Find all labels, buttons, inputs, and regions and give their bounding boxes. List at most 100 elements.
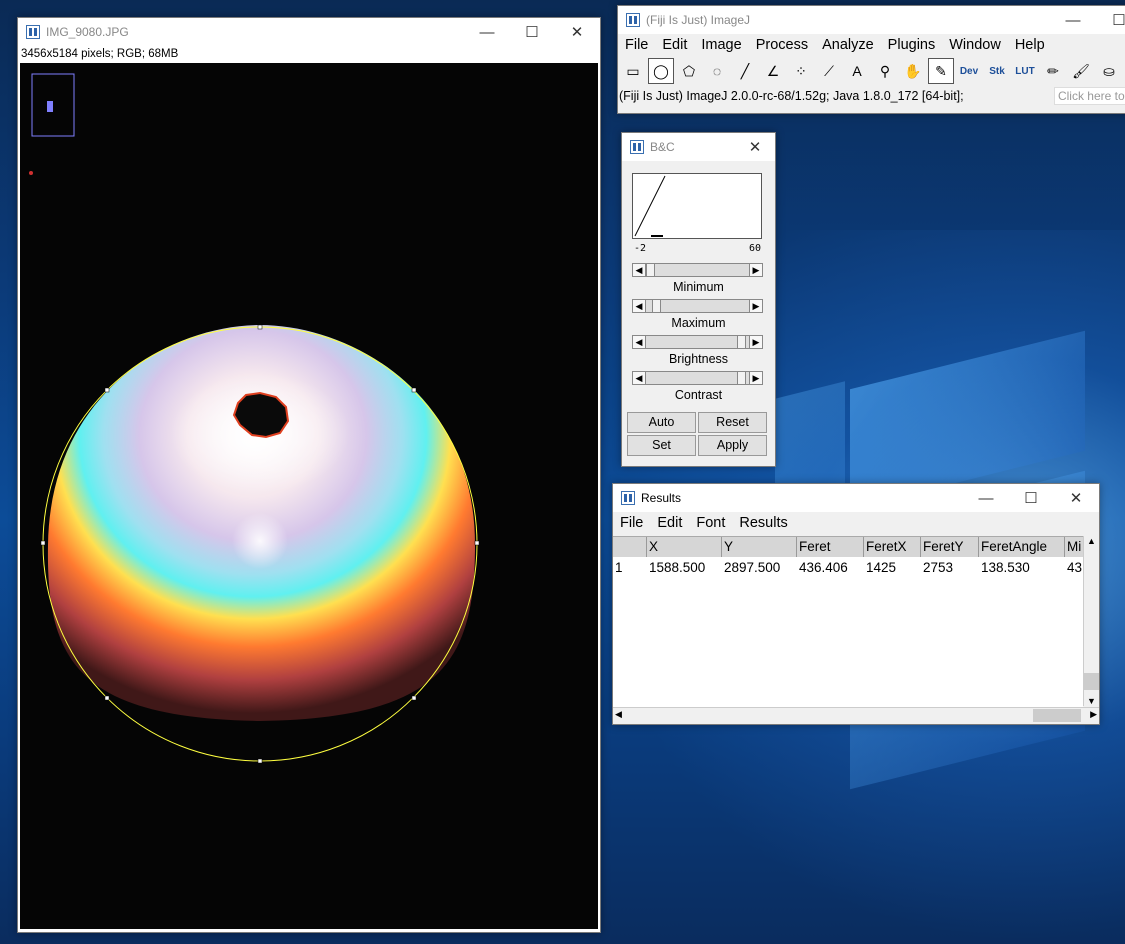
wand-tool-icon[interactable]: ⟋ [816, 58, 842, 84]
image-window[interactable]: IMG_9080.JPG — ☐ ✕ 3456x5184 pixels; RGB… [17, 17, 601, 933]
line-tool-icon[interactable]: ╱ [732, 58, 758, 84]
menu-file[interactable]: File [613, 515, 650, 531]
maximum-slider[interactable]: ◀ ▶ [632, 299, 763, 313]
horizontal-scrollbar[interactable]: ◀ ▶ [613, 707, 1099, 724]
brush-tool-icon[interactable]: 🖌 [1068, 58, 1094, 84]
results-table[interactable]: X Y Feret FeretX FeretY FeretAngle Mi 1 … [613, 536, 1083, 707]
right-arrow-icon[interactable]: ▶ [749, 336, 762, 348]
column-header[interactable]: Mi [1065, 537, 1083, 557]
column-header[interactable]: FeretY [921, 537, 979, 557]
column-header[interactable]: X [647, 537, 722, 557]
menu-image[interactable]: Image [694, 37, 748, 53]
image-canvas[interactable] [20, 63, 598, 929]
apply-button[interactable]: Apply [698, 435, 767, 456]
rectangle-tool-icon[interactable]: ▭ [620, 58, 646, 84]
lut-tool-icon[interactable]: LUT [1012, 58, 1038, 84]
menu-file[interactable]: File [618, 37, 655, 53]
minimize-button[interactable]: — [1050, 6, 1096, 34]
right-arrow-icon[interactable]: ▶ [749, 264, 762, 276]
angle-tool-icon[interactable]: ∠ [760, 58, 786, 84]
close-button[interactable]: ✕ [736, 133, 774, 161]
table-row[interactable]: 1 1588.500 2897.500 436.406 1425 2753 13… [613, 557, 1083, 579]
fill-tool-icon[interactable]: ⛀ [1096, 58, 1122, 84]
right-arrow-icon[interactable]: ▶ [749, 300, 762, 312]
oval-tool-icon[interactable]: ◯ [648, 58, 674, 84]
reset-button[interactable]: Reset [698, 412, 767, 433]
maximize-button[interactable]: ☐ [1008, 484, 1054, 512]
table-cell: 2753 [923, 560, 954, 575]
vertical-scrollbar[interactable]: ▲ ▼ [1083, 536, 1099, 706]
slider-thumb[interactable] [737, 336, 746, 348]
histogram-plot [634, 175, 666, 237]
close-button[interactable]: ✕ [1053, 484, 1099, 512]
minimize-button[interactable]: — [963, 484, 1009, 512]
auto-button[interactable]: Auto [627, 412, 696, 433]
red-speck [29, 171, 33, 175]
menu-font[interactable]: Font [689, 515, 732, 531]
menu-help[interactable]: Help [1008, 37, 1052, 53]
imagej-toolbar: ▭ ◯ ⬠ ◌ ╱ ∠ ⁘ ⟋ A ⚲ ✋ ✎ Dev Stk LUT ✏ 🖌 … [618, 56, 1125, 86]
menu-edit[interactable]: Edit [655, 37, 694, 53]
menu-edit[interactable]: Edit [650, 515, 689, 531]
image-window-titlebar[interactable]: IMG_9080.JPG — ☐ ✕ [18, 18, 600, 46]
brightness-slider[interactable]: ◀ ▶ [632, 335, 763, 349]
bc-title: B&C [650, 140, 675, 154]
column-header[interactable]: FeretX [864, 537, 921, 557]
close-button[interactable]: ✕ [554, 18, 600, 46]
left-arrow-icon[interactable]: ◀ [633, 336, 646, 348]
set-button[interactable]: Set [627, 435, 696, 456]
imagej-main-window[interactable]: (Fiji Is Just) ImageJ — ☐ File Edit Imag… [617, 5, 1125, 114]
menu-process[interactable]: Process [749, 37, 815, 53]
slider-thumb[interactable] [652, 300, 661, 312]
column-header[interactable]: Feret [797, 537, 864, 557]
menu-analyze[interactable]: Analyze [815, 37, 881, 53]
search-hint[interactable]: Click here to s [1053, 87, 1125, 105]
contrast-label: Contrast [674, 388, 723, 402]
freehand-tool-icon[interactable]: ◌ [704, 58, 730, 84]
maximize-button[interactable]: ☐ [509, 18, 555, 46]
menu-results[interactable]: Results [732, 515, 794, 531]
scroll-down-icon[interactable]: ▼ [1087, 696, 1096, 706]
menu-plugins[interactable]: Plugins [881, 37, 943, 53]
minimum-slider[interactable]: ◀ ▶ [632, 263, 763, 277]
minimum-label: Minimum [673, 280, 724, 294]
maximize-button[interactable]: ☐ [1096, 6, 1125, 34]
slider-thumb[interactable] [737, 372, 746, 384]
results-titlebar[interactable]: Results — ☐ ✕ [613, 484, 1099, 512]
table-cell: 138.530 [981, 560, 1030, 575]
point-tool-icon[interactable]: ⁘ [788, 58, 814, 84]
dropper-tool-icon[interactable]: ✎ [928, 58, 954, 84]
scroll-right-icon[interactable]: ▶ [1090, 709, 1097, 720]
scroll-up-icon[interactable]: ▲ [1087, 536, 1096, 546]
table-cell: 2897.500 [724, 560, 781, 575]
bc-window[interactable]: B&C ✕ -2 60 ◀ ▶ Minimum ◀ ▶ Maximum ◀ ▶ … [621, 132, 776, 467]
contrast-slider[interactable]: ◀ ▶ [632, 371, 763, 385]
column-header[interactable]: FeretAngle [979, 537, 1065, 557]
hand-tool-icon[interactable]: ✋ [900, 58, 926, 84]
minimize-button[interactable]: — [464, 18, 510, 46]
pencil-tool-icon[interactable]: ✏ [1040, 58, 1066, 84]
scroll-thumb[interactable] [1033, 709, 1081, 722]
scroll-left-icon[interactable]: ◀ [615, 709, 622, 720]
slider-thumb[interactable] [646, 264, 655, 276]
dome-highlight-2 [232, 513, 288, 569]
left-arrow-icon[interactable]: ◀ [633, 372, 646, 384]
text-tool-icon[interactable]: A [844, 58, 870, 84]
results-title: Results [641, 491, 682, 505]
left-arrow-icon[interactable]: ◀ [633, 300, 646, 312]
right-arrow-icon[interactable]: ▶ [749, 372, 762, 384]
menu-window[interactable]: Window [942, 37, 1008, 53]
imagej-titlebar[interactable]: (Fiji Is Just) ImageJ — ☐ [618, 6, 1125, 34]
results-window[interactable]: Results — ☐ ✕ File Edit Font Results X Y… [612, 483, 1100, 725]
stk-tool-icon[interactable]: Stk [984, 58, 1010, 84]
imagej-title: (Fiji Is Just) ImageJ [646, 13, 751, 27]
scroll-thumb[interactable] [1084, 673, 1099, 690]
fiji-app-icon [26, 25, 40, 39]
column-header[interactable]: Y [722, 537, 797, 557]
left-arrow-icon[interactable]: ◀ [633, 264, 646, 276]
zoom-tool-icon[interactable]: ⚲ [872, 58, 898, 84]
dev-tool-icon[interactable]: Dev [956, 58, 982, 84]
bc-titlebar[interactable]: B&C ✕ [622, 133, 775, 161]
column-header[interactable] [613, 537, 647, 557]
polygon-tool-icon[interactable]: ⬠ [676, 58, 702, 84]
